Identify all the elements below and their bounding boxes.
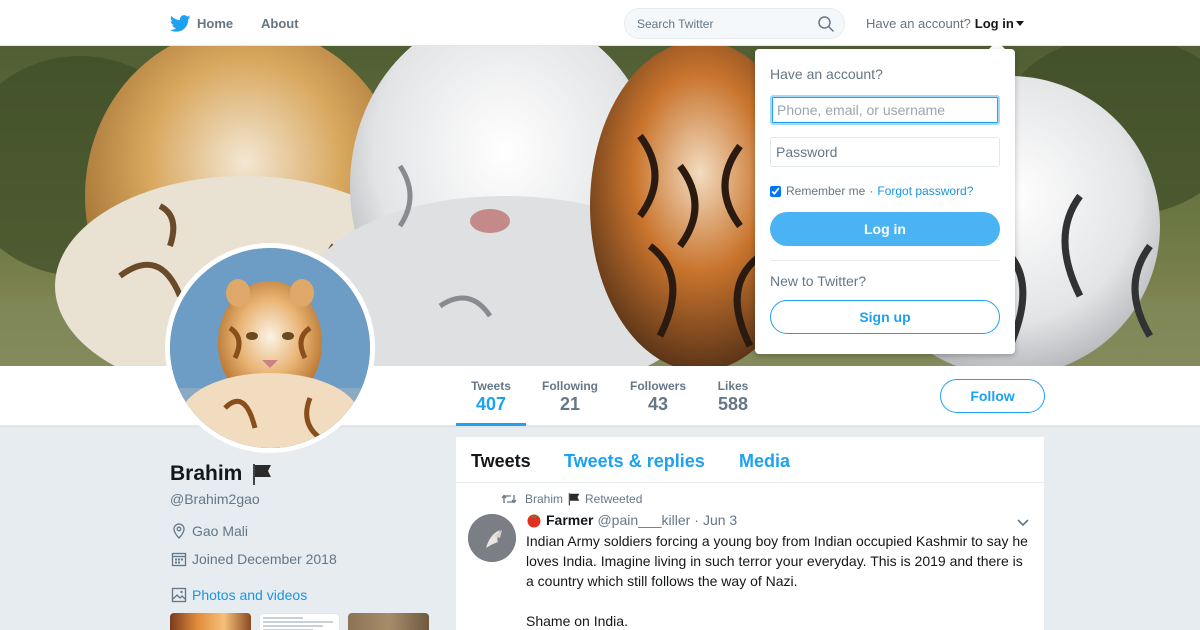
remember-me-label[interactable]: Remember me <box>786 184 865 198</box>
tweet-separator: · <box>694 512 699 528</box>
twitter-bird-icon <box>170 14 191 32</box>
photos-and-videos-label: Photos and videos <box>192 587 308 603</box>
stat-label: Following <box>542 379 598 393</box>
timeline-tabs: Tweets Tweets & replies Media <box>456 437 1044 483</box>
retweeted-label: Retweeted <box>585 492 643 506</box>
new-to-twitter-text: New to Twitter? <box>770 273 867 289</box>
tweet-text: Indian Army soldiers forcing a young boy… <box>526 531 1034 630</box>
follow-button[interactable]: Follow <box>940 379 1045 413</box>
retweeter-name[interactable]: Brahim <box>525 492 563 506</box>
search-box[interactable] <box>624 8 845 39</box>
tweet-paragraph: Shame on India. <box>526 613 628 629</box>
stat-label: Likes <box>717 379 749 393</box>
stat-label: Followers <box>629 379 686 393</box>
photo-icon <box>171 587 187 603</box>
login-link-label: Log in <box>974 15 1014 31</box>
avatar-image <box>170 248 370 448</box>
nav-about-link[interactable]: About <box>261 0 299 46</box>
login-dropdown-toggle[interactable]: Log in <box>975 16 1024 31</box>
remember-me-checkbox[interactable] <box>770 185 781 197</box>
account-area: Have an account? Log in <box>866 0 1024 46</box>
login-dropdown: Have an account? Remember me · Forgot pa… <box>755 49 1015 354</box>
have-account-text: Have an account? <box>866 15 971 31</box>
login-button[interactable]: Log in <box>770 212 1000 246</box>
nav-home-label: Home <box>197 15 234 31</box>
profile-name[interactable]: Brahim <box>170 462 274 486</box>
location-text: Gao Mali <box>192 523 249 539</box>
tweet-item[interactable]: Brahim Retweeted Farmer @pain___killer ·… <box>456 484 1044 630</box>
media-thumbnail[interactable] <box>348 613 429 630</box>
tweet-author-avatar[interactable] <box>468 514 516 562</box>
media-thumbnail[interactable] <box>170 613 251 630</box>
divider <box>770 260 1000 261</box>
username-field[interactable] <box>770 95 1000 125</box>
retweet-icon <box>501 494 517 504</box>
password-field[interactable] <box>770 137 1000 167</box>
stat-likes[interactable]: Likes 588 <box>710 366 756 426</box>
tweet-date[interactable]: Jun 3 <box>703 512 737 528</box>
nav-about-label: About <box>261 15 299 31</box>
tab-tweets[interactable]: Tweets <box>471 451 531 472</box>
caret-down-icon <box>1015 21 1024 26</box>
dropdown-arrow <box>989 41 1005 49</box>
calendar-icon <box>171 552 187 567</box>
stat-value: 43 <box>647 394 669 414</box>
search-input[interactable] <box>625 9 815 38</box>
retweet-context: Brahim Retweeted <box>501 492 642 506</box>
profile-handle[interactable]: @Brahim2gao <box>170 491 260 507</box>
profile-location: Gao Mali <box>171 523 248 539</box>
chevron-down-icon[interactable] <box>1016 518 1030 528</box>
tab-tweets-and-replies[interactable]: Tweets & replies <box>564 451 705 472</box>
separator: · <box>869 184 874 198</box>
remember-me-row: Remember me · Forgot password? <box>770 184 973 198</box>
tiger-avatar-picture <box>170 248 370 448</box>
profile-joined-date: Joined December 2018 <box>171 551 337 567</box>
location-pin-icon <box>173 523 185 539</box>
stat-value: 588 <box>717 394 749 414</box>
signup-button[interactable]: Sign up <box>770 300 1000 334</box>
tomato-emoji-icon <box>527 514 541 528</box>
nav-home-link[interactable]: Home <box>170 0 233 46</box>
stat-following[interactable]: Following 21 <box>536 366 604 426</box>
timeline: Tweets Tweets & replies Media Brahim Ret… <box>456 437 1044 630</box>
stat-value: 407 <box>475 394 507 414</box>
flag-icon <box>568 493 580 506</box>
joined-text: Joined December 2018 <box>192 551 337 567</box>
media-thumbnail[interactable] <box>259 613 340 630</box>
tweet-paragraph: Indian Army soldiers forcing a young boy… <box>526 533 1028 589</box>
forgot-password-link[interactable]: Forgot password? <box>877 184 973 198</box>
tweet-author-handle[interactable]: @pain___killer <box>597 512 690 528</box>
bird-avatar-picture <box>468 514 516 562</box>
tab-media[interactable]: Media <box>739 451 790 472</box>
stat-value: 21 <box>559 394 581 414</box>
tweet-author-name[interactable]: Farmer <box>546 512 593 528</box>
stat-label: Tweets <box>471 379 511 393</box>
stat-followers[interactable]: Followers 43 <box>624 366 692 426</box>
stat-tweets[interactable]: Tweets 407 <box>456 366 526 426</box>
profile-name-text: Brahim <box>170 462 243 485</box>
flag-icon <box>253 464 272 485</box>
photos-and-videos-link[interactable]: Photos and videos <box>171 587 307 603</box>
top-navigation-bar: Home About Have an account? Log in <box>0 0 1200 46</box>
avatar[interactable] <box>165 243 375 453</box>
tweet-header: Farmer @pain___killer · Jun 3 <box>526 512 737 528</box>
dropdown-title: Have an account? <box>770 66 883 82</box>
search-icon[interactable] <box>818 16 834 32</box>
